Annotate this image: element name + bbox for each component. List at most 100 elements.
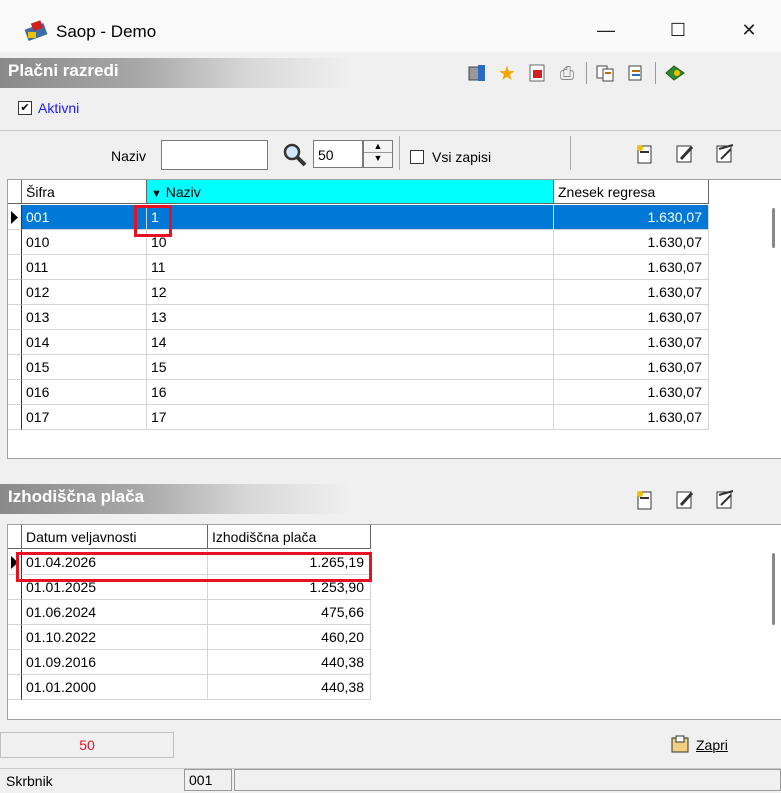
- cell-sifra[interactable]: 010: [22, 230, 147, 255]
- row-indicator: [8, 380, 22, 405]
- cell-sifra[interactable]: 016: [22, 380, 147, 405]
- cell-datum[interactable]: 01.01.2000: [22, 675, 208, 700]
- cell-znesek[interactable]: 1.630,07: [554, 305, 709, 330]
- cell-sifra[interactable]: 013: [22, 305, 147, 330]
- cell-znesek[interactable]: 1.630,07: [554, 205, 709, 230]
- status-user-value: 001: [184, 769, 232, 791]
- cell-datum[interactable]: 01.10.2022: [22, 625, 208, 650]
- minimize-button[interactable]: —: [583, 14, 629, 46]
- cell-datum[interactable]: 01.06.2024: [22, 600, 208, 625]
- table-row[interactable]: 011 11 1.630,07: [8, 255, 709, 280]
- new-record-icon[interactable]: [635, 143, 655, 168]
- cell-sifra[interactable]: 011: [22, 255, 147, 280]
- grid-corner: [8, 525, 22, 549]
- cell-znesek[interactable]: 1.630,07: [554, 330, 709, 355]
- vsi-zapisi-label: Vsi zapisi: [432, 149, 492, 165]
- cell-naziv[interactable]: 1: [147, 205, 554, 230]
- table-row[interactable]: 013 13 1.630,07: [8, 305, 709, 330]
- search-icon[interactable]: [283, 143, 307, 170]
- row-indicator: [8, 280, 22, 305]
- cell-znesek[interactable]: 1.630,07: [554, 280, 709, 305]
- cell-placa[interactable]: 475,66: [208, 600, 371, 625]
- cell-naziv[interactable]: 17: [147, 405, 554, 430]
- table-row[interactable]: 012 12 1.630,07: [8, 280, 709, 305]
- cell-sifra[interactable]: 012: [22, 280, 147, 305]
- naziv-filter-label: Naziv: [111, 148, 147, 164]
- table-row[interactable]: 001 1 1.630,07: [8, 205, 709, 230]
- cell-znesek[interactable]: 1.630,07: [554, 355, 709, 380]
- vsi-zapisi-checkbox[interactable]: [410, 150, 424, 164]
- table-row[interactable]: 01.10.2022 460,20: [8, 625, 371, 650]
- cell-naziv[interactable]: 12: [147, 280, 554, 305]
- record-count-value: 50: [318, 147, 334, 163]
- column-header-sifra[interactable]: Šifra: [22, 180, 147, 204]
- cell-placa[interactable]: 460,20: [208, 625, 371, 650]
- table-row[interactable]: 01.01.2000 440,38: [8, 675, 371, 700]
- cell-placa[interactable]: 440,38: [208, 650, 371, 675]
- column-header-znesek[interactable]: Znesek regresa: [554, 180, 709, 204]
- favorite-star-icon[interactable]: ★: [496, 62, 518, 85]
- edit-record-icon[interactable]: [675, 489, 695, 514]
- table-row[interactable]: 01.09.2016 440,38: [8, 650, 371, 675]
- cell-znesek[interactable]: 1.630,07: [554, 405, 709, 430]
- row-indicator: [8, 205, 22, 230]
- grid2-toolbar: [635, 489, 735, 514]
- cell-datum[interactable]: 01.09.2016: [22, 650, 208, 675]
- record-count-stepper[interactable]: 50: [313, 140, 363, 168]
- table-row[interactable]: 016 16 1.630,07: [8, 380, 709, 405]
- cell-naziv[interactable]: 13: [147, 305, 554, 330]
- paste-record-icon[interactable]: [625, 62, 647, 84]
- row-indicator: [8, 600, 22, 625]
- cell-sifra[interactable]: 015: [22, 355, 147, 380]
- zapri-button[interactable]: Zapri: [670, 735, 728, 755]
- cell-placa[interactable]: 440,38: [208, 675, 371, 700]
- column-header-naziv[interactable]: ▼ Naziv: [147, 180, 554, 204]
- cell-naziv[interactable]: 10: [147, 230, 554, 255]
- print-icon[interactable]: ⎙: [556, 62, 578, 84]
- table-row[interactable]: 017 17 1.630,07: [8, 405, 709, 430]
- stepper-arrows[interactable]: ▲ ▼: [363, 140, 393, 168]
- row-indicator: [8, 230, 22, 255]
- divider: [0, 130, 781, 131]
- grid-corner: [8, 180, 22, 204]
- cell-sifra[interactable]: 017: [22, 405, 147, 430]
- window-title: Saop - Demo: [56, 22, 157, 41]
- column-header-placa[interactable]: Izhodiščna plača: [208, 525, 371, 549]
- aktivni-checkbox[interactable]: ✔: [18, 101, 32, 115]
- cell-znesek[interactable]: 1.630,07: [554, 380, 709, 405]
- section-title: Plačni razredi: [8, 61, 119, 80]
- cell-naziv[interactable]: 14: [147, 330, 554, 355]
- grid2-scrollbar-thumb[interactable]: [772, 553, 775, 625]
- edit-multiple-icon[interactable]: [715, 143, 735, 168]
- zapri-label: Zapri: [696, 737, 728, 753]
- column-header-datum[interactable]: Datum veljavnosti: [22, 525, 208, 549]
- grid-settings-icon[interactable]: [466, 62, 488, 84]
- cell-znesek[interactable]: 1.630,07: [554, 255, 709, 280]
- cell-sifra[interactable]: 014: [22, 330, 147, 355]
- cell-naziv[interactable]: 11: [147, 255, 554, 280]
- new-record-icon[interactable]: [635, 489, 655, 514]
- table-row[interactable]: 014 14 1.630,07: [8, 330, 709, 355]
- close-button[interactable]: ✕: [726, 14, 772, 46]
- table-row[interactable]: 01.06.2024 475,66: [8, 600, 371, 625]
- table-row[interactable]: 015 15 1.630,07: [8, 355, 709, 380]
- edit-record-icon[interactable]: [675, 143, 695, 168]
- aktivni-checkbox-row[interactable]: ✔ Aktivni: [18, 100, 79, 116]
- row-indicator: [8, 625, 22, 650]
- cell-naziv[interactable]: 15: [147, 355, 554, 380]
- stepper-up-icon[interactable]: ▲: [364, 141, 392, 152]
- naziv-filter-input[interactable]: [161, 140, 268, 170]
- exit-door-icon[interactable]: [664, 62, 686, 84]
- export-icon[interactable]: [526, 62, 548, 84]
- status-panel: [234, 769, 781, 791]
- table-row[interactable]: 010 10 1.630,07: [8, 230, 709, 255]
- stepper-down-icon[interactable]: ▼: [364, 152, 392, 164]
- cell-naziv[interactable]: 16: [147, 380, 554, 405]
- maximize-button[interactable]: ☐: [655, 14, 701, 46]
- edit-multiple-icon[interactable]: [715, 489, 735, 514]
- vsi-zapisi-row[interactable]: Vsi zapisi: [410, 149, 491, 165]
- grid1-scrollbar-thumb[interactable]: [772, 208, 775, 248]
- copy-record-icon[interactable]: [595, 62, 617, 84]
- cell-sifra[interactable]: 001: [22, 205, 147, 230]
- cell-znesek[interactable]: 1.630,07: [554, 230, 709, 255]
